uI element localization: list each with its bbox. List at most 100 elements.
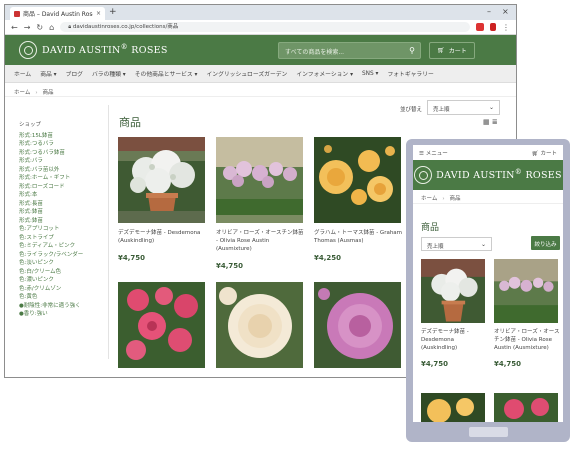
product-price: ¥4,250 (314, 254, 342, 262)
sidebar-item[interactable]: 形式:つるバラ (19, 140, 104, 149)
mobile-cart-button[interactable]: 🛒︎ カート (532, 149, 557, 157)
sidebar-item[interactable]: 形式:鉢苗 (19, 217, 104, 226)
sidebar-item[interactable]: 色:赤/クリムゾン (19, 285, 104, 294)
sidebar-item[interactable]: 形式:バラ苗以外 (19, 166, 104, 175)
nav-item-sns[interactable]: SNS ▾ (362, 71, 378, 77)
sidebar-item[interactable]: 形式:つるバラ鉢苗 (19, 149, 104, 158)
product-name[interactable]: オリビア・ローズ・オースチン鉢苗 - Olivia Rose Austin (A… (216, 229, 306, 253)
extension-icon[interactable] (476, 23, 484, 31)
sidebar-item[interactable]: 形式:ホーム・ギフト (19, 174, 104, 183)
device-home-bar (469, 427, 508, 437)
chevron-down-icon: ⌄ (480, 241, 486, 248)
logo-emblem-icon (19, 41, 37, 59)
nav-item-home[interactable]: ホーム (14, 69, 31, 78)
nav-item-rose-types[interactable]: バラの種類 ▾ (92, 69, 126, 78)
minimize-icon[interactable]: – (487, 7, 491, 16)
nav-item-info[interactable]: インフォメーション ▾ (296, 69, 353, 78)
product-price: ¥4,750 (421, 360, 449, 368)
nav-item-gallery[interactable]: フォトギャラリー (387, 69, 433, 78)
sidebar-item[interactable]: 色:アプリコット (19, 225, 104, 234)
mobile-page-title: 商品 (421, 223, 440, 233)
sidebar-item[interactable]: 形式:本 (19, 191, 104, 200)
main-nav: ホーム 商品 ▾ ブログ バラの種類 ▾ その他商品とサービス ▾ イングリッシ… (5, 65, 516, 83)
nav-item-products[interactable]: 商品 ▾ (40, 69, 56, 78)
sidebar-item[interactable]: ●香り:強い (19, 310, 104, 319)
site-header: DAVID AUSTIN® ROSES すべての商品を検索... ⚲ 🛒︎ カー… (5, 35, 516, 65)
breadcrumb-current: 商品 (449, 196, 461, 202)
reload-icon[interactable]: ↻ (36, 23, 43, 32)
product-image-pink-rose[interactable] (118, 282, 205, 368)
tab-title: 商品 – David Austin Roses Japan (23, 11, 93, 18)
site-logo[interactable]: DAVID AUSTIN® ROSES (19, 41, 168, 59)
back-icon[interactable]: ← (11, 23, 18, 32)
close-window-icon[interactable]: × (502, 7, 509, 16)
sidebar-item[interactable]: 形式:バラ (19, 157, 104, 166)
close-tab-icon[interactable]: × (96, 10, 101, 17)
sidebar-item[interactable]: ●耐陰性:非常に適う強く (19, 302, 104, 311)
nav-item-garden[interactable]: イングリッシュローズガーデン (206, 69, 287, 78)
mobile-sort-select[interactable]: 売上順 ⌄ (421, 237, 492, 251)
warning-extension-icon[interactable] (490, 23, 496, 31)
mobile-site-header: DAVID AUSTIN® ROSES (413, 160, 563, 190)
nav-item-other[interactable]: その他商品とサービス ▾ (135, 69, 198, 78)
product-name[interactable]: オリビア・ローズ・オースチン鉢苗 - Olivia Rose Austin (A… (494, 328, 560, 352)
sidebar-item[interactable]: 色:ライラック/ラベンダー (19, 251, 104, 260)
address-bar: ← → ↻ ⌂ 🔒︎ davidaustinroses.co.jp/collec… (5, 20, 516, 35)
product-name[interactable]: グラハム・トーマス鉢苗 - Graham Thomas (Ausmas) (314, 229, 404, 245)
cart-button[interactable]: 🛒︎ カート (429, 42, 475, 59)
sidebar-item[interactable]: 形式:ローズコード (19, 183, 104, 192)
search-icon[interactable]: ⚲ (409, 46, 415, 55)
sidebar-item[interactable]: 色:ストライプ (19, 234, 104, 243)
product-price: ¥4,750 (494, 360, 522, 368)
sidebar-item[interactable]: 色:黄色 (19, 293, 104, 302)
browser-menu-icon[interactable]: ⋮ (502, 23, 510, 32)
breadcrumb-separator: › (35, 90, 38, 96)
forward-icon[interactable]: → (24, 23, 31, 32)
mobile-menu-button[interactable]: ☰ メニュー (419, 149, 448, 157)
product-name[interactable]: デズデモーナ鉢苗 - Desdemona (Auskindling) (421, 328, 487, 352)
chevron-down-icon: ⌄ (488, 104, 494, 111)
product-image-olivia[interactable] (494, 259, 558, 323)
sidebar-item[interactable]: 形式:鉢苗 (19, 208, 104, 217)
new-tab-button[interactable]: + (109, 7, 117, 17)
search-input[interactable]: すべての商品を検索... ⚲ (278, 42, 421, 59)
tab-strip: 商品 – David Austin Roses Japan × + – × (5, 5, 516, 20)
product-image-lilac-rose[interactable] (314, 282, 401, 368)
sidebar-item[interactable]: 色:濃いピンク (19, 276, 104, 285)
product-name[interactable]: デズデモーナ鉢苗 - Desdemona (Auskindling) (118, 229, 208, 245)
breadcrumb: ホーム › 商品 (5, 83, 516, 97)
sort-select[interactable]: 売上順 ⌄ (427, 100, 500, 115)
product-image-desdemona[interactable] (118, 137, 205, 223)
breadcrumb-current: 商品 (42, 90, 54, 96)
sidebar-item[interactable]: 形式:長苗 (19, 200, 104, 209)
mobile-screen: ☰ メニュー 🛒︎ カート DAVID AUSTIN® ROSES ホーム › 商品… (413, 145, 563, 422)
logo-text-roses: ROSES (131, 45, 168, 57)
sidebar-item[interactable]: 形式:15L鉢苗 (19, 132, 104, 141)
logo-text-roses: ROSES (525, 170, 562, 182)
product-image-desdemona[interactable] (421, 259, 485, 323)
product-image-graham-thomas[interactable] (421, 393, 485, 422)
view-toggle-icon[interactable]: ▦ ≣ (483, 118, 498, 126)
filter-button[interactable]: 絞り込み (531, 236, 560, 250)
browser-tab[interactable]: 商品 – David Austin Roses Japan × (10, 7, 105, 20)
logo-emblem-icon (414, 166, 433, 184)
sidebar-divider (108, 105, 109, 359)
sort-value: 売上順 (433, 107, 450, 113)
sidebar-item[interactable]: 色:白/クリーム色 (19, 268, 104, 277)
product-price: ¥4,750 (118, 254, 146, 262)
product-image-cream-rose[interactable] (216, 282, 303, 368)
url-field[interactable]: 🔒︎ davidaustinroses.co.jp/collections/商品 (60, 22, 470, 32)
mobile-topbar: ☰ メニュー 🛒︎ カート (413, 145, 563, 160)
logo-text-main: DAVID AUSTIN (42, 45, 121, 57)
sidebar-heading: ショップ (19, 122, 42, 128)
product-image-olivia[interactable] (216, 137, 303, 223)
sidebar-item[interactable]: 色:ミディアム・ピンク (19, 242, 104, 251)
product-image-pink-rose[interactable] (494, 393, 558, 422)
nav-item-blog[interactable]: ブログ (66, 69, 83, 78)
breadcrumb-home[interactable]: ホーム (14, 90, 30, 96)
product-image-graham-thomas[interactable] (314, 137, 401, 223)
sort-value: 売上順 (427, 244, 444, 250)
sidebar-item[interactable]: 色:淡いピンク (19, 259, 104, 268)
breadcrumb-home[interactable]: ホーム (421, 196, 437, 202)
home-icon[interactable]: ⌂ (49, 23, 54, 32)
